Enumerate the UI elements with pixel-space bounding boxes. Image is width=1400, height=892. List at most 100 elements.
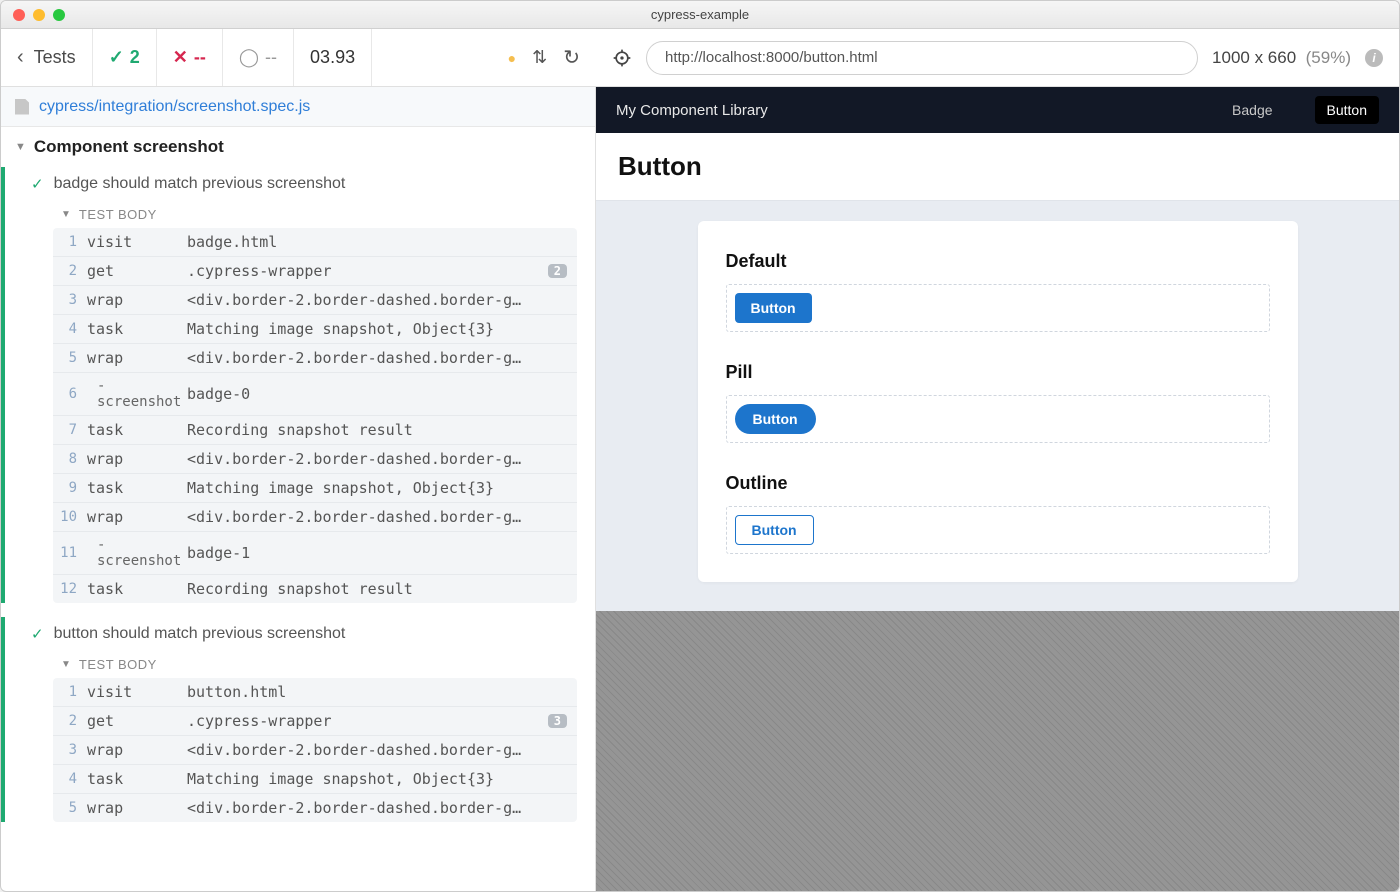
example-box: Button	[726, 395, 1270, 443]
command-row[interactable]: 1visitbadge.html	[53, 228, 577, 257]
command-name: wrap	[87, 508, 187, 526]
command-message: <div.border-2.border-dashed.border-g…	[187, 349, 567, 367]
command-message: <div.border-2.border-dashed.border-g…	[187, 741, 567, 759]
rerun-icon[interactable]: ↻	[563, 45, 580, 70]
test-title: badge should match previous screenshot	[54, 175, 346, 193]
back-to-tests-button[interactable]: ‹ Tests	[1, 29, 93, 86]
command-row[interactable]: 8wrap<div.border-2.border-dashed.border-…	[53, 445, 577, 474]
command-row[interactable]: 2get.cypress-wrapper3	[53, 707, 577, 736]
command-number: 11	[59, 545, 87, 561]
command-name: wrap	[87, 741, 187, 759]
component-card: Default Button Pill Button Outline	[698, 221, 1298, 582]
failed-tests-count[interactable]: ✕ --	[157, 29, 223, 86]
check-icon: ✓	[31, 175, 44, 193]
command-log-panel: cypress/integration/screenshot.spec.js ▼…	[1, 87, 596, 891]
command-name: get	[87, 262, 187, 280]
command-row[interactable]: 1visitbutton.html	[53, 678, 577, 707]
variant-heading: Outline	[726, 473, 1270, 494]
body-label-text: TEST BODY	[79, 207, 157, 222]
test-row[interactable]: ✓ badge should match previous screenshot	[5, 167, 595, 201]
command-message: .cypress-wrapper	[187, 712, 548, 730]
info-icon[interactable]: i	[1365, 49, 1383, 67]
suite-title: Component screenshot	[34, 137, 224, 157]
variant-heading: Pill	[726, 362, 1270, 383]
button-outline[interactable]: Button	[735, 515, 814, 545]
caret-down-icon: ▼	[61, 209, 71, 220]
command-row[interactable]: 9taskMatching image snapshot, Object{3}	[53, 474, 577, 503]
command-row[interactable]: 3wrap<div.border-2.border-dashed.border-…	[53, 736, 577, 765]
command-row[interactable]: 4taskMatching image snapshot, Object{3}	[53, 765, 577, 794]
command-name: task	[87, 770, 187, 788]
command-row[interactable]: 12taskRecording snapshot result	[53, 575, 577, 603]
command-row[interactable]: 4taskMatching image snapshot, Object{3}	[53, 315, 577, 344]
command-row[interactable]: 2get.cypress-wrapper2	[53, 257, 577, 286]
command-row[interactable]: 11- screenshotbadge-1	[53, 532, 577, 575]
check-icon: ✓	[31, 625, 44, 643]
run-duration: 03.93	[294, 29, 372, 86]
test-body-label[interactable]: ▼TEST BODY	[5, 651, 595, 678]
auto-scroll-icon[interactable]: ⇅	[532, 47, 547, 68]
command-row[interactable]: 6- screenshotbadge-0	[53, 373, 577, 416]
command-number: 3	[59, 292, 87, 308]
command-number: 4	[59, 771, 87, 787]
toolbar-left: ‹ Tests ✓ 2 ✕ -- ◯ -- 03.93 ● ⇅ ↻	[1, 29, 596, 86]
command-message: .cypress-wrapper	[187, 262, 548, 280]
command-name: task	[87, 421, 187, 439]
button-pill[interactable]: Button	[735, 404, 816, 434]
command-name: get	[87, 712, 187, 730]
main-split: cypress/integration/screenshot.spec.js ▼…	[1, 87, 1399, 891]
command-message: <div.border-2.border-dashed.border-g…	[187, 799, 567, 817]
command-table: 1visitbadge.html2get.cypress-wrapper23wr…	[53, 228, 577, 603]
caret-down-icon: ▼	[15, 141, 26, 153]
pending-tests-count[interactable]: ◯ --	[223, 29, 294, 86]
nav-link-button[interactable]: Button	[1315, 96, 1379, 124]
command-message: button.html	[187, 683, 567, 701]
url-input[interactable]: http://localhost:8000/button.html	[646, 41, 1198, 75]
selector-playground-icon[interactable]	[612, 48, 632, 68]
test-body-label[interactable]: ▼ TEST BODY	[5, 201, 595, 228]
maximize-window-button[interactable]	[53, 9, 65, 21]
body-label-text: TEST BODY	[79, 657, 157, 672]
reporter: ▼ Component screenshot ✓ badge should mat…	[1, 127, 595, 891]
spec-file-path: cypress/integration/screenshot.spec.js	[39, 98, 310, 116]
command-name: task	[87, 320, 187, 338]
minimize-window-button[interactable]	[33, 9, 45, 21]
command-name: wrap	[87, 799, 187, 817]
variant-pill: Pill Button	[726, 362, 1270, 443]
suite-header[interactable]: ▼ Component screenshot	[1, 127, 595, 167]
viewport-dimensions: 1000 x 660 (59%)	[1212, 48, 1351, 68]
command-message: <div.border-2.border-dashed.border-g…	[187, 508, 567, 526]
command-number: 12	[59, 581, 87, 597]
spec-file-header[interactable]: cypress/integration/screenshot.spec.js	[1, 87, 595, 127]
traffic-lights	[1, 9, 65, 21]
command-number: 1	[59, 234, 87, 250]
variant-outline: Outline Button	[726, 473, 1270, 554]
example-box: Button	[726, 284, 1270, 332]
test-container: ✓button should match previous screenshot…	[1, 617, 595, 822]
command-message: badge-1	[187, 544, 567, 562]
test-container: ✓ badge should match previous screenshot ▼…	[1, 167, 595, 603]
chevron-left-icon: ‹	[17, 46, 24, 69]
nav-link-badge[interactable]: Badge	[1220, 96, 1284, 124]
command-number: 6	[59, 386, 87, 402]
passed-tests-count[interactable]: ✓ 2	[93, 29, 157, 86]
back-label: Tests	[34, 47, 76, 68]
app-brand[interactable]: My Component Library	[616, 102, 768, 119]
command-number: 10	[59, 509, 87, 525]
test-row[interactable]: ✓button should match previous screenshot	[5, 617, 595, 651]
toolbar-right: http://localhost:8000/button.html 1000 x…	[596, 29, 1399, 86]
command-row[interactable]: 3wrap<div.border-2.border-dashed.border-…	[53, 286, 577, 315]
command-row[interactable]: 5wrap<div.border-2.border-dashed.border-…	[53, 344, 577, 373]
command-row[interactable]: 5wrap<div.border-2.border-dashed.border-…	[53, 794, 577, 822]
command-message: Matching image snapshot, Object{3}	[187, 479, 567, 497]
button-default[interactable]: Button	[735, 293, 812, 323]
command-row[interactable]: 7taskRecording snapshot result	[53, 416, 577, 445]
command-message: Recording snapshot result	[187, 580, 567, 598]
command-name: task	[87, 479, 187, 497]
command-number: 7	[59, 422, 87, 438]
app-window: cypress-example ‹ Tests ✓ 2 ✕ -- ◯ -- 03…	[0, 0, 1400, 892]
close-window-button[interactable]	[13, 9, 25, 21]
command-name: task	[87, 580, 187, 598]
app-preview-panel: My Component Library Badge Button Button…	[596, 87, 1399, 891]
command-row[interactable]: 10wrap<div.border-2.border-dashed.border…	[53, 503, 577, 532]
